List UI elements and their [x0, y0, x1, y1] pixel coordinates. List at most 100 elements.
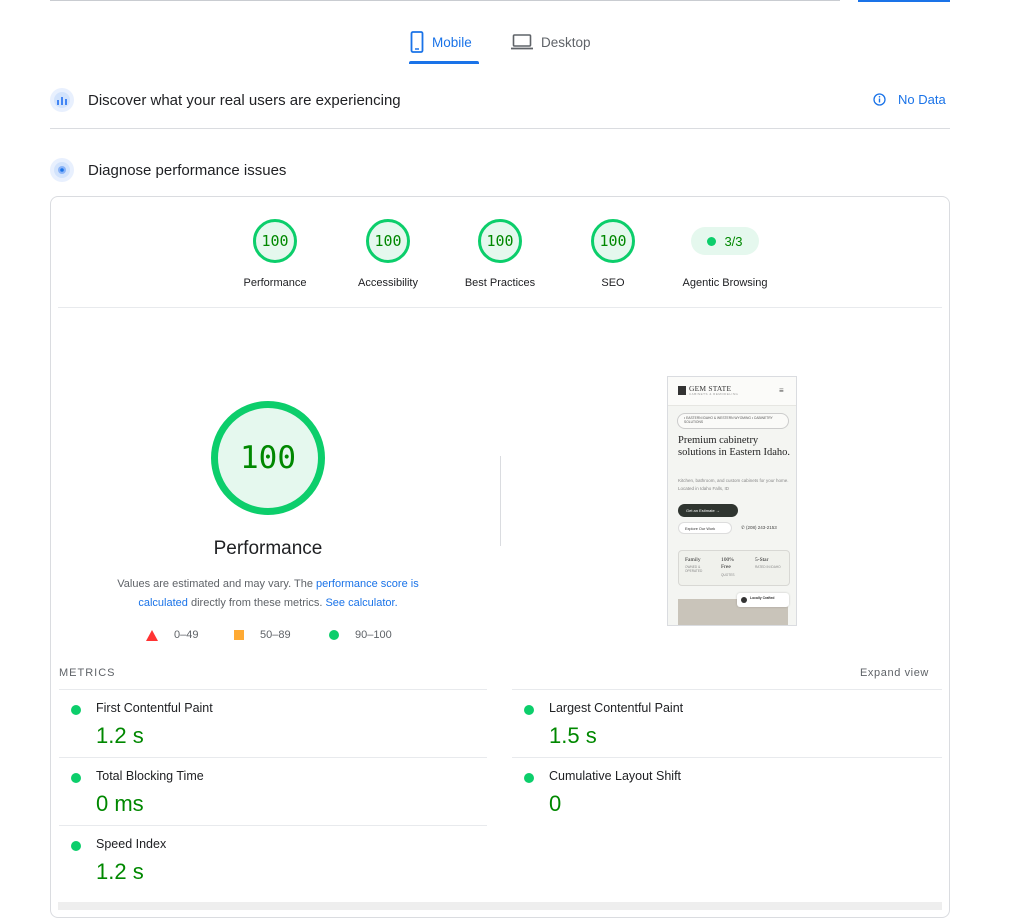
category-label: Performance	[243, 277, 307, 289]
performance-description: Values are estimated and may vary. The p…	[100, 575, 436, 613]
metric-value: 1.2 s	[96, 859, 144, 884]
active-tab-indicator	[409, 61, 479, 64]
pass-circle-icon	[329, 630, 339, 640]
tab-desktop-label: Desktop	[541, 34, 591, 50]
metric-label: Total Blocking Time	[96, 769, 204, 783]
score-gauge: 100	[366, 219, 410, 263]
agentic-score-pill: 3/3	[691, 227, 759, 255]
pass-dot-icon	[524, 705, 534, 715]
screenshot-badge-text: • EASTERN IDAHO & WESTERN WYOMING • CABI…	[684, 416, 773, 424]
score-gauge: 100	[478, 219, 522, 263]
page-screenshot: GEM STATE CABINETS & REMODELING ≡ • EAST…	[667, 376, 797, 626]
metric-label: First Contentful Paint	[96, 701, 213, 715]
legend-range: 0–49	[174, 629, 199, 641]
screenshot-phone: ✆ (208) 243-2153	[741, 525, 777, 530]
vertical-divider	[500, 456, 501, 546]
screenshot-stat: Free	[721, 564, 731, 570]
laptop-icon	[511, 34, 533, 50]
fail-triangle-icon	[146, 629, 158, 641]
legend-pass: 90–100	[329, 629, 392, 641]
metric-value: 1.2 s	[96, 723, 144, 748]
divider	[512, 689, 942, 690]
metrics-heading: METRICS	[59, 667, 116, 679]
divider	[512, 757, 942, 758]
play-icon	[741, 597, 747, 603]
divider	[58, 307, 942, 308]
screenshot-badge: • EASTERN IDAHO & WESTERN WYOMING • CABI…	[677, 413, 789, 429]
category-accessibility[interactable]: 100 Accessibility	[323, 219, 453, 289]
smartphone-icon	[410, 31, 424, 53]
category-label: Best Practices	[464, 277, 536, 289]
legend-average: 50–89	[234, 629, 291, 641]
screenshot-stat: Family	[685, 557, 701, 563]
pass-dot-icon	[71, 773, 81, 783]
metric-value: 0 ms	[96, 791, 144, 816]
screenshot-header: GEM STATE CABINETS & REMODELING ≡	[668, 377, 796, 406]
lab-data-header: Diagnose performance issues	[50, 158, 286, 182]
performance-title: Performance	[213, 538, 323, 559]
average-square-icon	[234, 630, 244, 640]
category-best-practices[interactable]: 100 Best Practices	[435, 219, 565, 289]
expand-view-toggle[interactable]: Expand view	[860, 667, 929, 679]
screenshot-stat-sub: QUOTES	[721, 573, 735, 577]
pass-dot-icon	[71, 705, 81, 715]
divider	[59, 825, 487, 826]
score-gauge: 100	[253, 219, 297, 263]
divider	[59, 689, 487, 690]
score-gauge: 100	[591, 219, 635, 263]
screenshot-stat-sub: RATED IN IDAHO	[755, 565, 781, 569]
screenshot-stat-sub: OWNED & OPERATED	[685, 565, 703, 573]
screenshot-cta: Get an Estimate →	[678, 504, 738, 517]
no-data-link[interactable]: No Data	[873, 92, 946, 107]
agentic-score: 3/3	[724, 233, 743, 249]
desc-text: Values are estimated and may vary. The	[117, 578, 316, 590]
pass-dot-icon	[524, 773, 534, 783]
desc-text: directly from these metrics.	[187, 597, 326, 609]
screenshot-tag-label: Locally Crafted	[750, 596, 775, 600]
brand-logo-icon	[678, 386, 686, 395]
pass-dot-icon	[71, 841, 81, 851]
tab-mobile[interactable]: Mobile	[410, 30, 472, 54]
lab-data-title: Diagnose performance issues	[88, 161, 287, 179]
see-calculator-link[interactable]: See calculator.	[325, 597, 397, 609]
legend-range: 50–89	[260, 629, 291, 641]
users-chart-icon	[50, 88, 74, 112]
screenshot-stats: Family OWNED & OPERATED 100% Free QUOTES…	[678, 550, 790, 586]
screenshot-stat: 100%	[721, 557, 734, 563]
screenshot-stat: 5-Star	[755, 557, 769, 563]
metric-label: Speed Index	[96, 837, 167, 851]
category-agentic-browsing[interactable]: 3/3 Agentic Browsing	[660, 219, 790, 289]
screenshot-headline: Premium cabinetry solutions in Eastern I…	[678, 435, 790, 458]
performance-score-gauge: 100	[211, 401, 325, 515]
screenshot-paragraph: Kitchen, bathroom, and custom cabinets f…	[678, 478, 789, 491]
metric-label: Cumulative Layout Shift	[549, 769, 682, 783]
divider	[59, 757, 487, 758]
metric-value: 0	[549, 791, 562, 816]
category-seo[interactable]: 100 SEO	[548, 219, 678, 289]
tab-desktop[interactable]: Desktop	[511, 30, 591, 54]
screenshot-tag: Locally Crafted	[737, 593, 789, 607]
analyze-button-edge[interactable]	[858, 0, 950, 2]
legend-range: 90–100	[355, 629, 392, 641]
category-label: SEO	[601, 277, 625, 289]
category-label: Agentic Browsing	[682, 277, 768, 289]
divider	[50, 128, 950, 129]
no-data-label: No Data	[898, 92, 946, 107]
info-icon	[873, 93, 886, 106]
category-label: Accessibility	[358, 277, 418, 289]
screenshot-brand-sub: CABINETS & REMODELING	[689, 392, 739, 396]
tab-mobile-label: Mobile	[432, 34, 472, 50]
url-input-underline	[50, 0, 840, 1]
field-data-title: Discover what your real users are experi…	[88, 91, 401, 109]
pass-dot-icon	[707, 236, 717, 246]
legend-fail: 0–49	[146, 629, 198, 641]
field-data-header: Discover what your real users are experi…	[50, 88, 401, 112]
screenshot-phone-number: (208) 243-2153	[746, 525, 777, 530]
category-performance[interactable]: 100 Performance	[210, 219, 340, 289]
metric-value: 1.5 s	[549, 723, 597, 748]
metric-speed-index: Speed Index 1.2 s	[59, 837, 479, 903]
screenshot-cta-secondary: Explore Our Work	[678, 522, 732, 534]
metric-cls: Cumulative Layout Shift 0	[512, 769, 932, 835]
metric-label: Largest Contentful Paint	[549, 701, 684, 715]
target-icon	[50, 158, 74, 182]
